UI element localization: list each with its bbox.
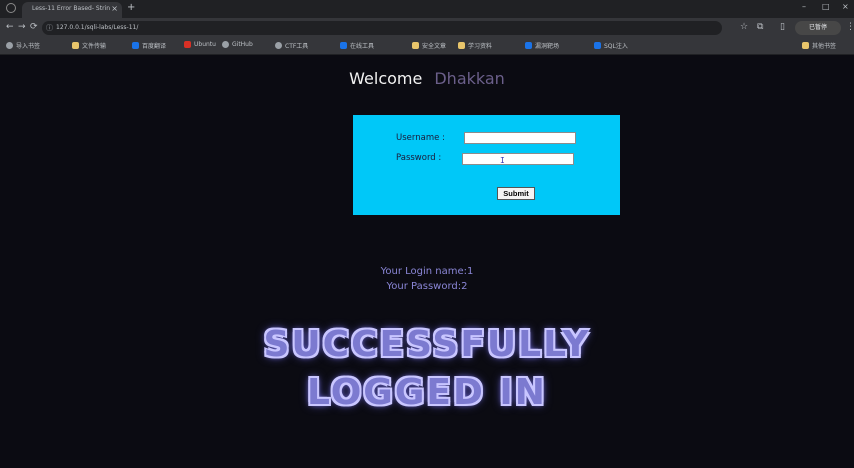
folder-icon	[458, 42, 465, 49]
login-name-result: Your Login name:1	[380, 266, 474, 277]
browser-window: Less-11 Error Based- String × + – □ × ← …	[0, 0, 854, 468]
bookmark-item[interactable]: 学习资料	[458, 41, 492, 50]
tab-search-icon[interactable]	[6, 3, 16, 13]
browser-toolbar: ← → ⟳ ⓘ 127.0.0.1/sqli-labs/Less-11/ ☆ ⧉…	[0, 18, 854, 38]
page-content: Welcome Dhakkan Username : Password : Sub…	[0, 55, 854, 468]
bookmark-item[interactable]: GitHub	[222, 41, 253, 48]
login-form: Username : Password : Submit	[353, 115, 620, 215]
success-banner-line1: SUCCESSFULLY	[263, 324, 591, 365]
tab-title: Less-11 Error Based- String	[32, 5, 110, 12]
folder-icon	[802, 42, 809, 49]
extensions-icon[interactable]: ⧉	[757, 22, 763, 32]
bookmark-item[interactable]: 其他书签	[802, 41, 836, 50]
address-text: 127.0.0.1/sqli-labs/Less-11/	[56, 24, 139, 31]
bookmark-item[interactable]: 安全文章	[412, 41, 446, 50]
close-window-button[interactable]: ×	[842, 2, 849, 11]
welcome-user-name: Dhakkan	[434, 69, 505, 88]
folder-icon	[412, 42, 419, 49]
bookmark-icon	[132, 42, 139, 49]
submit-button[interactable]: Submit	[497, 187, 535, 200]
bookmark-icon	[184, 41, 191, 48]
bookmark-item[interactable]: 导入书签	[6, 41, 40, 50]
bookmark-star-icon[interactable]: ☆	[740, 22, 748, 32]
minimize-button[interactable]: –	[802, 2, 806, 11]
success-banner-line2: LOGGED IN	[307, 372, 547, 413]
bookmarks-bar: 导入书签 文件传输 百度翻译 Ubuntu GitHub CTF工具 在线工具 …	[0, 38, 854, 55]
bookmark-icon	[6, 42, 13, 49]
bookmark-item[interactable]: 漏洞靶场	[525, 41, 559, 50]
folder-icon	[72, 42, 79, 49]
text-cursor-icon: I	[500, 156, 505, 165]
tab-active[interactable]: Less-11 Error Based- String ×	[22, 2, 122, 18]
menu-icon[interactable]: ⋮	[846, 22, 854, 32]
welcome-text: Welcome	[349, 69, 423, 88]
new-tab-button[interactable]: +	[127, 2, 135, 13]
username-input[interactable]	[464, 132, 576, 144]
bookmark-icon	[222, 41, 229, 48]
address-bar[interactable]: ⓘ 127.0.0.1/sqli-labs/Less-11/	[42, 21, 722, 35]
welcome-heading: Welcome Dhakkan	[0, 69, 854, 88]
password-input[interactable]	[462, 153, 574, 165]
bookmark-icon	[275, 42, 282, 49]
username-label: Username :	[396, 133, 445, 143]
maximize-button[interactable]: □	[822, 2, 830, 11]
password-result: Your Password:2	[386, 281, 468, 292]
password-label: Password :	[396, 153, 442, 163]
bookmark-item[interactable]: 在线工具	[340, 41, 374, 50]
bookmark-icon	[525, 42, 532, 49]
sidebar-icon[interactable]: ▯	[780, 22, 785, 32]
tab-strip: Less-11 Error Based- String × + – □ ×	[0, 0, 854, 18]
tab-close-icon[interactable]: ×	[111, 4, 118, 13]
info-icon[interactable]: ⓘ	[46, 23, 53, 33]
bookmark-item[interactable]: CTF工具	[275, 41, 308, 50]
bookmark-item[interactable]: 百度翻译	[132, 41, 166, 50]
profile-button[interactable]: 已暂停	[795, 21, 841, 35]
bookmark-item[interactable]: Ubuntu	[184, 41, 216, 48]
reload-button[interactable]: ⟳	[30, 22, 38, 32]
bookmark-item[interactable]: 文件传输	[72, 41, 106, 50]
forward-button[interactable]: →	[18, 22, 26, 32]
bookmark-item[interactable]: SQL注入	[594, 41, 628, 50]
bookmark-icon	[340, 42, 347, 49]
bookmark-icon	[594, 42, 601, 49]
back-button[interactable]: ←	[6, 22, 14, 32]
